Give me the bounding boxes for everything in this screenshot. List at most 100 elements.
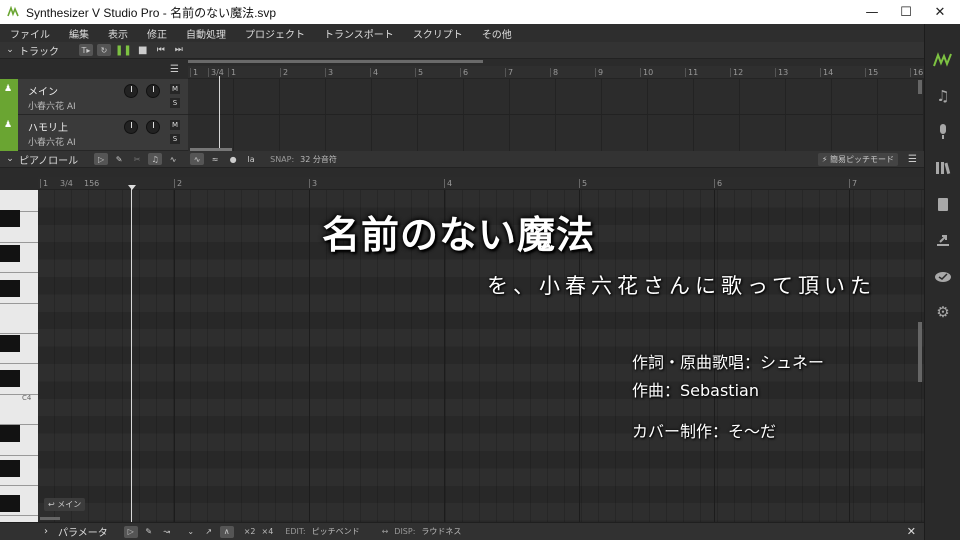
ruler-tick-label: 3 — [325, 68, 333, 77]
zoom-x2-button[interactable]: ×2 — [244, 527, 256, 536]
arrange-scrollbar[interactable] — [188, 60, 483, 63]
snap-select[interactable]: 32 分音符 — [300, 154, 337, 165]
ruler-tick-label: 6 — [714, 179, 722, 188]
solo-button[interactable]: S — [170, 98, 180, 108]
snap-label: SNAP: — [270, 154, 295, 164]
volume-knob[interactable] — [124, 84, 138, 98]
chevron-down-icon[interactable]: ⌄ — [3, 154, 17, 164]
ruler-tick-label: 3/4 — [208, 68, 224, 77]
menu-auto-process[interactable]: 自動処理 — [176, 26, 235, 41]
swap-icon[interactable]: ↔ — [382, 527, 389, 536]
library-icon[interactable] — [933, 158, 953, 178]
black-key[interactable] — [0, 370, 20, 387]
arrange-vscroll[interactable] — [918, 80, 922, 94]
track-row[interactable]: ♟ メイン 小春六花 AI M S — [0, 79, 188, 115]
menu-file[interactable]: ファイル — [0, 26, 59, 41]
track-tag[interactable]: ↩ メイン — [44, 498, 86, 511]
param-curve-down-icon[interactable]: ⌄ — [184, 526, 198, 538]
disp-label: DISP: — [394, 527, 416, 536]
piano-roll-menu-icon[interactable]: ☰ — [908, 154, 917, 165]
black-key[interactable] — [0, 335, 20, 352]
menu-script[interactable]: スクリプト — [403, 26, 472, 41]
solo-button[interactable]: S — [170, 134, 180, 144]
track-row[interactable]: ♟ ハモリ上 小春六花 AI M S — [0, 115, 188, 151]
black-key[interactable] — [0, 245, 20, 262]
close-button[interactable]: ✕ — [926, 0, 954, 24]
volume-knob[interactable] — [124, 120, 138, 134]
pan-knob[interactable] — [146, 120, 160, 134]
track-menu-icon[interactable]: ☰ — [170, 64, 179, 75]
track-lane[interactable] — [188, 115, 924, 151]
menu-view[interactable]: 表示 — [98, 26, 137, 41]
track-add-button[interactable]: T▸ — [79, 44, 93, 56]
pointer-tool-icon[interactable]: ▷ — [94, 153, 109, 165]
black-key[interactable] — [0, 280, 20, 297]
ruler-tick-label: 12 — [730, 68, 743, 77]
gear-icon[interactable]: ⚙ — [933, 302, 953, 322]
piano-roll-label: ピアノロール — [19, 155, 79, 167]
microphone-icon[interactable] — [933, 122, 953, 142]
chevron-right-icon[interactable]: › — [44, 526, 58, 537]
curve-tool-icon[interactable]: ∿ — [166, 153, 180, 165]
param-pen-icon[interactable]: ✎ — [142, 526, 156, 538]
zoom-x4-button[interactable]: ×4 — [262, 527, 274, 536]
track-lane[interactable] — [188, 79, 924, 115]
param-tool-icon[interactable]: ↝ — [160, 526, 174, 538]
piano-roll-playhead[interactable] — [131, 186, 132, 522]
maximize-button[interactable]: ☐ — [892, 0, 920, 24]
mute-button[interactable]: M — [170, 120, 180, 130]
pause-icon[interactable]: ❚❚ — [115, 44, 132, 56]
menu-edit[interactable]: 編集 — [59, 26, 98, 41]
ruler-tick-label: 2 — [174, 179, 182, 188]
edit-select[interactable]: ピッチベンド — [312, 526, 360, 537]
overlay-subtitle: を、小春六花さんに歌って頂いた — [487, 274, 876, 298]
black-key[interactable] — [0, 210, 20, 227]
param-curve-peak-icon[interactable]: ∧ — [219, 525, 234, 538]
edit-label: EDIT: — [285, 527, 306, 536]
piano-roll-spacer — [0, 168, 924, 177]
disp-select[interactable]: ラウドネス — [421, 526, 461, 537]
piano-roll-hscroll[interactable] — [40, 517, 60, 520]
menu-transport[interactable]: トランスポート — [314, 26, 403, 41]
vibrato-icon[interactable]: ≈ — [208, 153, 222, 165]
ruler-tick-label: 14 — [820, 68, 833, 77]
white-key[interactable] — [0, 304, 38, 334]
black-key[interactable] — [0, 495, 20, 512]
arrangement-view[interactable]: 13/41234567891011121314151617 — [188, 66, 924, 151]
note-tool-icon[interactable]: ♫ — [148, 153, 163, 165]
close-panel-icon[interactable]: ✕ — [907, 525, 916, 538]
menu-project[interactable]: プロジェクト — [235, 26, 314, 41]
pan-knob[interactable] — [146, 84, 160, 98]
forward-icon[interactable]: ⏭ — [172, 44, 186, 56]
rewind-icon[interactable]: ⏮ — [154, 44, 168, 56]
music-note-icon[interactable]: ♫ — [933, 86, 953, 106]
notebook-icon[interactable] — [933, 194, 953, 214]
ruler-tick-label: 11 — [685, 68, 698, 77]
track-name[interactable]: メイン — [28, 83, 58, 98]
black-key[interactable] — [0, 460, 20, 477]
stop-icon[interactable]: ■ — [136, 44, 150, 56]
pitch-curve-icon[interactable]: ∿ — [190, 153, 205, 165]
pen-tool-icon[interactable]: ✎ — [112, 153, 126, 165]
mute-button[interactable]: M — [170, 84, 180, 94]
playhead-marker-icon[interactable] — [128, 185, 136, 190]
param-curve-up-icon[interactable]: ↗ — [202, 526, 216, 538]
waveform-icon[interactable]: ● — [226, 153, 240, 165]
loop-button[interactable]: ↻ — [97, 44, 111, 56]
lyric-button[interactable]: la — [244, 153, 258, 165]
param-pointer-icon[interactable]: ▷ — [123, 525, 138, 538]
pitch-mode-button[interactable]: ⚡ 簡易ピッチモード — [817, 152, 898, 166]
black-key[interactable] — [0, 425, 20, 442]
white-key[interactable] — [0, 395, 38, 426]
piano-roll-vscroll[interactable] — [918, 322, 922, 382]
minimize-button[interactable]: — — [858, 0, 886, 24]
track-name[interactable]: ハモリ上 — [28, 119, 68, 134]
playhead[interactable] — [219, 76, 220, 151]
menu-other[interactable]: その他 — [472, 26, 521, 41]
piano-keyboard[interactable]: C4 — [0, 190, 38, 522]
cloud-check-icon[interactable] — [933, 266, 953, 286]
chevron-down-icon[interactable]: ⌄ — [3, 45, 17, 55]
menu-modify[interactable]: 修正 — [137, 26, 176, 41]
export-icon[interactable] — [933, 230, 953, 250]
scissors-tool-icon[interactable]: ✂ — [130, 153, 144, 165]
